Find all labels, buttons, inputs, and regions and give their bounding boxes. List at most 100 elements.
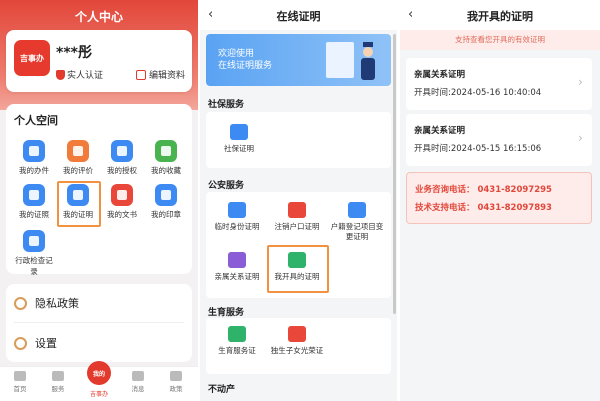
service-icon: [52, 371, 64, 381]
section-title: 公安服务: [208, 181, 245, 191]
grid-item-label: 行政检查记录: [15, 256, 53, 276]
tab-label: 服务: [51, 385, 65, 393]
highlight-box: [57, 181, 101, 227]
key-icon: [111, 140, 133, 162]
highlight-box: [267, 245, 329, 293]
policy-icon: [170, 371, 182, 381]
privacy-icon: [14, 296, 27, 310]
record-title: 亲属关系证明: [414, 126, 466, 136]
record-time: 开具时间:2024-05-16 10:40:04: [414, 88, 542, 98]
grid-item-label: 我的印章: [151, 210, 181, 219]
gear-icon: [14, 336, 27, 350]
service-label: 生育服务证: [218, 346, 256, 355]
verified-badge: 实人认证: [56, 68, 103, 81]
service-icon: [230, 124, 248, 140]
service-icon: [228, 326, 246, 342]
tab-policy[interactable]: 政策: [158, 371, 194, 393]
nav-bar: ‹ 我开具的证明: [400, 0, 600, 30]
grid-item[interactable]: 我的证照: [12, 184, 56, 220]
service-item[interactable]: 独生子女光荣证: [268, 326, 326, 356]
section-title: 生育服务: [208, 308, 245, 318]
tab-service[interactable]: 服务: [40, 371, 76, 393]
service-icon: [228, 252, 246, 268]
shield-icon: [56, 69, 65, 80]
service-item[interactable]: 临时身份证明: [208, 202, 266, 232]
service-icon: [288, 326, 306, 342]
tab-label: 政策: [169, 385, 183, 393]
personal-center-screen: 个人中心 吉事办 ***彤 实人认证 编辑资料 个人空间 我的办件 我的评价 我的授…: [0, 0, 198, 401]
grid-item-label: 我的评价: [63, 166, 93, 175]
banner-line: 在线证明服务: [218, 61, 273, 71]
notice-bar: 支持查看您开具的有效证明: [400, 30, 600, 50]
star-icon: [155, 140, 177, 162]
bottom-tab-bar: 首页 服务 我的 吉事办 消息 政策: [0, 361, 198, 401]
banner-line: 欢迎使用: [218, 49, 255, 59]
service-item[interactable]: 户籍登记项目变更证明: [328, 202, 386, 242]
chevron-right-icon: ›: [578, 75, 583, 89]
menu-item-label: 隐私政策: [35, 297, 79, 310]
grid-item[interactable]: 我的文书: [100, 184, 144, 220]
grid-item[interactable]: 我的印章: [144, 184, 188, 220]
grid-item-label: 我的证照: [19, 210, 49, 219]
edit-profile-button[interactable]: 编辑资料: [136, 68, 185, 81]
service-label: 注销户口证明: [274, 222, 320, 231]
officer-illustration-icon: [361, 42, 375, 80]
verified-label: 实人认证: [67, 71, 104, 81]
rate-icon: [67, 140, 89, 162]
service-label: 户籍登记项目变更证明: [330, 222, 384, 241]
nav-bar: ‹ 在线证明: [200, 0, 397, 30]
menu-item-settings[interactable]: 设置: [14, 328, 184, 358]
grid-item-label: 我的办件: [19, 166, 49, 175]
service-label: 亲属关系证明: [214, 272, 260, 281]
app-logo: 吉事办: [14, 40, 50, 76]
seal-icon: [155, 184, 177, 206]
chevron-right-icon: ›: [578, 131, 583, 145]
grid-item[interactable]: 我的评价: [56, 140, 100, 176]
divider: [14, 322, 184, 323]
user-name: ***彤: [56, 45, 92, 61]
service-icon: [228, 202, 246, 218]
inspect-icon: [23, 230, 45, 252]
section-title: 个人空间: [14, 114, 58, 127]
certificate-record[interactable]: 亲属关系证明 开具时间:2024-05-15 16:15:06 ›: [406, 114, 592, 166]
banner-text: 欢迎使用 在线证明服务: [218, 48, 272, 72]
page-title: 在线证明: [276, 10, 321, 23]
support-phone[interactable]: 技术支持电话： 0431-82097893: [415, 201, 552, 213]
profile-card[interactable]: 吉事办 ***彤 实人认证 编辑资料: [6, 30, 192, 92]
menu-item-label: 设置: [35, 337, 57, 350]
file-icon: [23, 140, 45, 162]
service-item[interactable]: 社保证明: [210, 124, 268, 154]
page-title: 个人中心: [74, 10, 123, 24]
grid-item[interactable]: 我的办件: [12, 140, 56, 176]
welcome-banner: 欢迎使用 在线证明服务: [206, 34, 391, 86]
service-item[interactable]: 注销户口证明: [268, 202, 326, 232]
service-item[interactable]: 生育服务证: [208, 326, 266, 356]
service-label: 社保证明: [224, 144, 254, 153]
tab-message[interactable]: 消息: [120, 371, 156, 393]
tab-home[interactable]: 首页: [2, 371, 38, 393]
tab-label: 吉事办: [89, 391, 108, 398]
service-item[interactable]: 亲属关系证明: [208, 252, 266, 282]
page-title: 我开具的证明: [467, 10, 533, 23]
settings-menu: 隐私政策 设置: [6, 284, 192, 362]
grid-item[interactable]: 行政检查记录: [12, 230, 56, 277]
bell-icon: [132, 371, 144, 381]
certificate-record[interactable]: 亲属关系证明 开具时间:2024-05-16 10:40:04 ›: [406, 58, 592, 110]
grid-item[interactable]: 我的收藏: [144, 140, 188, 176]
edit-icon: [136, 69, 146, 80]
grid-item-label: 我的授权: [107, 166, 137, 175]
section-title: 社保服务: [208, 100, 245, 110]
center-logo-icon[interactable]: 我的: [87, 361, 111, 385]
contact-info-card: 业务咨询电话： 0431-82097295 技术支持电话： 0431-82097…: [406, 172, 592, 224]
consult-phone[interactable]: 业务咨询电话： 0431-82097295: [415, 183, 552, 195]
scrollbar[interactable]: [393, 34, 396, 314]
grid-item[interactable]: 我的授权: [100, 140, 144, 176]
menu-item-privacy[interactable]: 隐私政策: [14, 288, 184, 318]
home-icon: [14, 371, 26, 381]
edit-profile-label: 编辑资料: [149, 71, 186, 81]
online-certificate-screen: ‹ 在线证明 欢迎使用 在线证明服务 社保服务 公安服务 生育服务 不动产 社保…: [200, 0, 397, 401]
service-label: 临时身份证明: [214, 222, 260, 231]
service-icon: [288, 202, 306, 218]
grid-item-label: 我的收藏: [151, 166, 181, 175]
record-time: 开具时间:2024-05-15 16:15:06: [414, 144, 542, 154]
